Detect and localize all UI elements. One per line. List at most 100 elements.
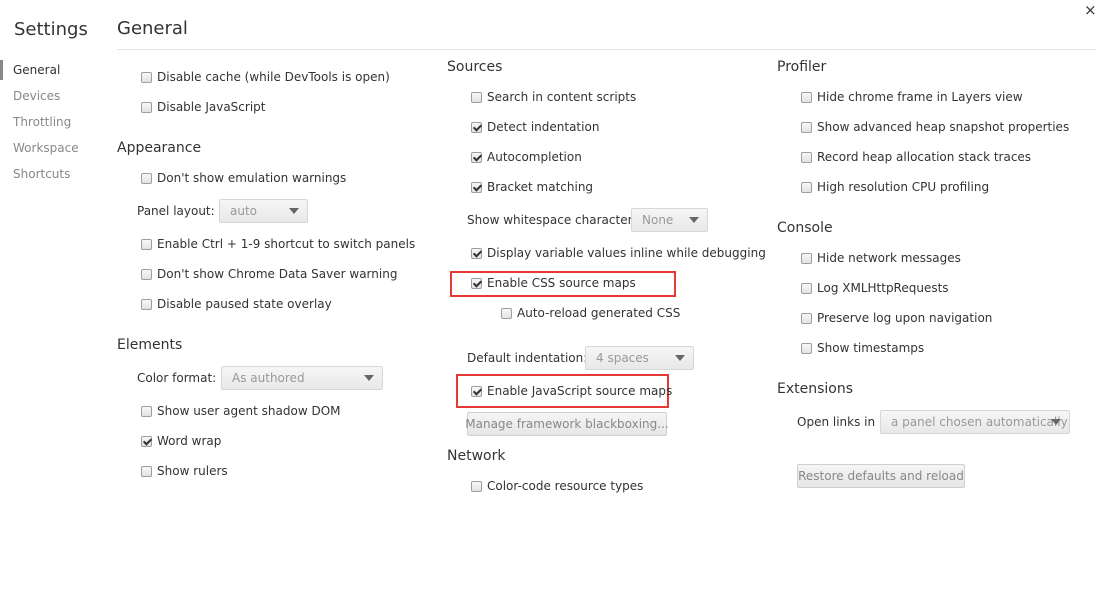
bracket-matching-checkbox[interactable] [471,181,482,193]
appearance-section-title: Appearance [117,140,202,156]
color-code-checkbox[interactable] [471,480,482,492]
color-code-option[interactable]: Color-code resource types [471,479,643,493]
sidebar-item-workspace[interactable]: Workspace [13,141,79,155]
data-saver-label: Don't show Chrome Data Saver warning [157,267,398,281]
indentation-value: 4 spaces [596,351,649,365]
disable-javascript-checkbox[interactable] [141,101,152,113]
advanced-heap-label: Show advanced heap snapshot properties [817,120,1070,134]
css-source-maps-option[interactable]: Enable CSS source maps [471,276,636,290]
hide-network-checkbox[interactable] [801,252,812,264]
data-saver-checkbox[interactable] [141,268,152,280]
chevron-down-icon [675,355,685,361]
hide-chrome-frame-checkbox[interactable] [801,91,812,103]
paused-overlay-option[interactable]: Disable paused state overlay [141,297,332,311]
show-timestamps-label: Show timestamps [817,341,925,355]
ctrl-shortcut-checkbox[interactable] [141,238,152,250]
whitespace-label: Show whitespace characters: [467,213,643,227]
disable-javascript-label: Disable JavaScript [157,100,266,114]
show-timestamps-checkbox[interactable] [801,342,812,354]
log-xhr-option[interactable]: Log XMLHttpRequests [801,281,949,295]
panel-layout-label: Panel layout: [137,204,215,218]
color-code-label: Color-code resource types [487,479,644,493]
elements-section-title: Elements [117,337,183,353]
record-heap-checkbox[interactable] [801,151,812,163]
color-format-select[interactable]: As authored [221,366,383,390]
show-rulers-checkbox[interactable] [141,465,152,477]
log-xhr-checkbox[interactable] [801,282,812,294]
network-section-title: Network [447,448,506,464]
detect-indentation-label: Detect indentation [487,120,600,134]
open-links-label: Open links in [797,415,876,429]
show-timestamps-option[interactable]: Show timestamps [801,341,924,355]
js-source-maps-label: Enable JavaScript source maps [487,384,673,398]
search-content-scripts-checkbox[interactable] [471,91,482,103]
panel-layout-select[interactable]: auto [219,199,308,223]
preserve-log-option[interactable]: Preserve log upon navigation [801,311,992,325]
bracket-matching-option[interactable]: Bracket matching [471,180,593,194]
shadow-dom-option[interactable]: Show user agent shadow DOM [141,404,341,418]
inline-values-checkbox[interactable] [471,247,482,259]
inline-values-option[interactable]: Display variable values inline while deb… [471,246,766,260]
chevron-down-icon [1051,419,1061,425]
whitespace-select[interactable]: None [631,208,708,232]
shadow-dom-checkbox[interactable] [141,405,152,417]
sources-section-title: Sources [447,59,503,75]
record-heap-label: Record heap allocation stack traces [817,150,1032,164]
hide-network-option[interactable]: Hide network messages [801,251,961,265]
show-rulers-option[interactable]: Show rulers [141,464,228,478]
disable-cache-label: Disable cache (while DevTools is open) [157,70,390,84]
disable-cache-option[interactable]: Disable cache (while DevTools is open) [141,70,390,84]
data-saver-option[interactable]: Don't show Chrome Data Saver warning [141,267,397,281]
disable-javascript-option[interactable]: Disable JavaScript [141,100,265,114]
indentation-select[interactable]: 4 spaces [585,346,694,370]
sidebar-item-shortcuts[interactable]: Shortcuts [13,167,70,181]
detect-indentation-checkbox[interactable] [471,121,482,133]
manage-blackboxing-button[interactable]: Manage framework blackboxing... [465,412,669,436]
advanced-heap-option[interactable]: Show advanced heap snapshot properties [801,120,1069,134]
preserve-log-checkbox[interactable] [801,312,812,324]
css-source-maps-checkbox[interactable] [471,277,482,289]
dont-show-emulation-checkbox[interactable] [141,172,152,184]
word-wrap-label: Word wrap [157,434,222,448]
inline-values-label: Display variable values inline while deb… [487,246,766,260]
chevron-down-icon [364,375,374,381]
hide-chrome-frame-option[interactable]: Hide chrome frame in Layers view [801,90,1023,104]
paused-overlay-label: Disable paused state overlay [157,297,332,311]
paused-overlay-checkbox[interactable] [141,298,152,310]
high-res-cpu-option[interactable]: High resolution CPU profiling [801,180,989,194]
restore-defaults-button[interactable]: Restore defaults and reload [797,464,965,488]
autocompletion-option[interactable]: Autocompletion [471,150,582,164]
auto-reload-css-checkbox[interactable] [501,307,512,319]
js-source-maps-checkbox[interactable] [471,385,482,397]
open-links-select[interactable]: a panel chosen automatically [880,410,1070,434]
word-wrap-checkbox[interactable] [141,435,152,447]
auto-reload-css-label: Auto-reload generated CSS [517,306,681,320]
bracket-matching-label: Bracket matching [487,180,594,194]
css-source-maps-label: Enable CSS source maps [487,276,636,290]
auto-reload-css-option[interactable]: Auto-reload generated CSS [501,306,680,320]
disable-cache-checkbox[interactable] [141,71,152,83]
word-wrap-option[interactable]: Word wrap [141,434,221,448]
autocompletion-checkbox[interactable] [471,151,482,163]
record-heap-option[interactable]: Record heap allocation stack traces [801,150,1031,164]
js-source-maps-option[interactable]: Enable JavaScript source maps [471,384,672,398]
high-res-cpu-checkbox[interactable] [801,181,812,193]
advanced-heap-checkbox[interactable] [801,121,812,133]
dont-show-emulation-option[interactable]: Don't show emulation warnings [141,171,346,185]
sidebar-item-devices[interactable]: Devices [13,89,60,103]
indentation-label: Default indentation: [467,351,588,365]
whitespace-value: None [642,213,674,227]
page-title: General [117,18,188,39]
search-content-scripts-option[interactable]: Search in content scripts [471,90,636,104]
ctrl-shortcut-option[interactable]: Enable Ctrl + 1-9 shortcut to switch pan… [141,237,415,251]
sidebar-item-general[interactable]: General [13,63,60,77]
sidebar-item-throttling[interactable]: Throttling [13,115,71,129]
dont-show-emulation-label: Don't show emulation warnings [157,171,347,185]
close-icon[interactable]: × [1084,1,1096,19]
preserve-log-label: Preserve log upon navigation [817,311,993,325]
show-rulers-label: Show rulers [157,464,228,478]
console-section-title: Console [777,220,833,236]
settings-title: Settings [14,19,88,40]
detect-indentation-option[interactable]: Detect indentation [471,120,599,134]
search-content-scripts-label: Search in content scripts [487,90,637,104]
